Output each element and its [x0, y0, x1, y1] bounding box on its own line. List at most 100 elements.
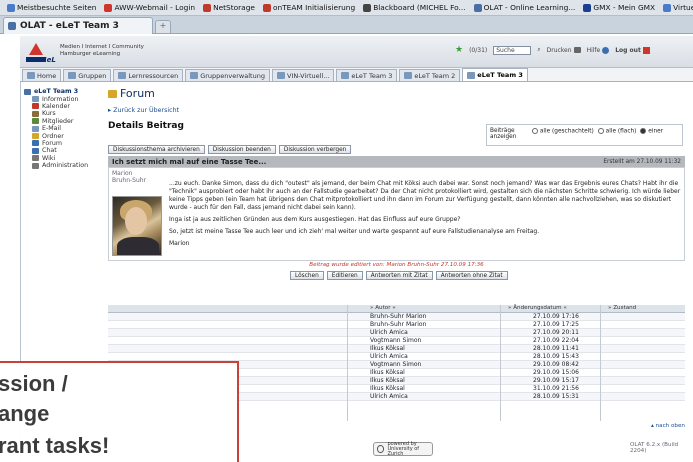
- radio-nested-icon: [532, 128, 538, 134]
- row-author[interactable]: Ulrich Amica: [370, 329, 408, 336]
- menu-item[interactable]: Administration: [24, 162, 100, 169]
- nav-tab[interactable]: eLeT Team 3: [462, 68, 528, 81]
- col-author-header[interactable]: » Autor «: [370, 305, 396, 311]
- bookmark-item[interactable]: NetStorage: [200, 3, 258, 12]
- nav-tab-label: Lernressourcen: [128, 71, 179, 80]
- bookmark-label: Meistbesuchte Seiten: [17, 3, 97, 12]
- nav-tab[interactable]: Lernressourcen: [113, 69, 184, 81]
- top-link[interactable]: ▴ nach oben: [651, 423, 685, 429]
- new-tab-button[interactable]: +: [155, 20, 171, 33]
- row-author[interactable]: Bruhn-Suhr Marion: [370, 321, 426, 328]
- menu-item[interactable]: Wiki: [24, 155, 100, 162]
- bookmark-favicon-icon: [7, 3, 15, 12]
- radio-nested[interactable]: alle (geschachtelt): [532, 128, 594, 135]
- post-header: Ich setzt mich mal auf eine Tasse Tee...…: [108, 156, 685, 167]
- uzh-seal-icon: [377, 445, 385, 453]
- row-author[interactable]: Vogtmann Simon: [370, 361, 421, 368]
- table-row[interactable]: Bruhn-Suhr Marion 27.10.09 17:16: [108, 313, 685, 321]
- radio-single[interactable]: einer: [640, 128, 663, 135]
- row-date: 27.10.09 22:04: [533, 337, 579, 344]
- bookmark-item[interactable]: GMX - Mein GMX: [580, 3, 658, 12]
- table-row[interactable]: Ulrich Amica 28.10.09 15:43: [108, 353, 685, 361]
- search-icon[interactable]: ⌕: [537, 46, 540, 54]
- row-author[interactable]: Bruhn-Suhr Marion: [370, 313, 426, 320]
- nav-tab[interactable]: VIN-Virtuell...: [271, 69, 335, 81]
- version-label: OLAT 6.2.x (Build 2204): [630, 442, 679, 454]
- menu-item-icon: [32, 110, 39, 117]
- nav-tab[interactable]: Gruppenverwaltung: [185, 69, 270, 81]
- menu-item-label: Administration: [42, 162, 89, 170]
- table-row[interactable]: Bruhn-Suhr Marion 27.10.09 17:25: [108, 321, 685, 329]
- col-date-header[interactable]: » Änderungsdatum «: [508, 305, 567, 311]
- bookmark-favicon-icon: [262, 3, 271, 12]
- bookmark-item[interactable]: OLAT - Online Learning...: [471, 3, 579, 12]
- search-input[interactable]: Suche: [493, 45, 532, 55]
- back-to-overview-link[interactable]: ▸ Zurück zur Übersicht: [108, 107, 179, 114]
- forum-icon: [108, 89, 117, 98]
- hide-thread-button[interactable]: Diskussion verbergen: [278, 145, 352, 154]
- reply-noquote-button[interactable]: Antworten ohne Zitat: [435, 271, 508, 280]
- back-link-text: Zurück zur Übersicht: [113, 107, 180, 114]
- nav-tab[interactable]: Gruppen: [63, 69, 112, 81]
- star-icon[interactable]: ★: [455, 45, 463, 55]
- menu-item-icon: [24, 88, 31, 95]
- uzh-badge[interactable]: powered by University of Zurich: [373, 441, 433, 457]
- col-status-header[interactable]: » Zustand: [608, 305, 636, 311]
- menu-item-icon: [32, 140, 39, 147]
- row-date: 29.10.09 15:17: [533, 377, 579, 384]
- author-first-name: Marion: [112, 170, 133, 177]
- nav-tab-label: eLeT Team 3: [351, 71, 393, 80]
- print-button[interactable]: Drucken: [547, 47, 581, 54]
- menu-item[interactable]: Ordner: [24, 132, 100, 140]
- menu-item[interactable]: Kalender: [24, 103, 100, 110]
- photo-body: [117, 237, 159, 255]
- menu-item[interactable]: Information: [24, 95, 100, 103]
- close-thread-button[interactable]: Diskussion beenden: [207, 145, 276, 154]
- nav-tab-label: VIN-Virtuell...: [286, 71, 330, 80]
- table-row[interactable]: Ilkus Köksal 28.10.09 11:41: [108, 345, 685, 353]
- row-author[interactable]: Ilkus Köksal: [370, 385, 405, 392]
- bookmark-item[interactable]: onTEAM Initialisierung: [260, 3, 358, 12]
- nav-tab[interactable]: eLeT Team 2: [399, 69, 461, 81]
- bookmark-item[interactable]: Virtuelle Teamarbeit: [660, 3, 693, 12]
- reply-quote-button[interactable]: Antworten mit Zitat: [365, 271, 433, 280]
- col-author-label: Autor: [375, 305, 391, 311]
- bookmark-favicon-icon: [663, 3, 672, 12]
- menu-item[interactable]: eLeT Team 3: [24, 88, 100, 95]
- row-author[interactable]: Vogtmann Simon: [370, 337, 421, 344]
- post-author: Marion Bruhn-Suhr: [112, 170, 162, 184]
- archive-thread-button[interactable]: Diskussionsthema archivieren: [108, 145, 205, 154]
- bookmark-favicon-icon: [203, 3, 212, 12]
- bookmark-item[interactable]: AWW-Webmail - Login: [101, 3, 198, 12]
- row-author[interactable]: Ilkus Köksal: [370, 377, 405, 384]
- row-date: 27.10.09 17:25: [533, 321, 579, 328]
- table-row[interactable]: Vogtmann Simon 27.10.09 22:04: [108, 337, 685, 345]
- message-paragraph-3: So, jetzt ist meine Tasse Tee auch leer …: [169, 228, 540, 235]
- bookmark-favicon-icon: [583, 3, 592, 12]
- menu-item[interactable]: Forum: [24, 140, 100, 147]
- table-row[interactable]: Ulrich Amica 27.10.09 20:11: [108, 329, 685, 337]
- radio-flat[interactable]: alle (flach): [597, 128, 636, 135]
- bookmark-item[interactable]: Blackboard (MICHEL Fo...: [360, 3, 468, 12]
- logout-button[interactable]: Log out: [615, 46, 650, 54]
- row-author[interactable]: Ilkus Köksal: [370, 369, 405, 376]
- help-button[interactable]: Hilfe: [587, 46, 610, 54]
- uzh-text: powered by University of Zurich: [387, 441, 432, 457]
- menu-item[interactable]: Kurs: [24, 110, 100, 117]
- post-actions: Löschen Editieren Antworten mit Zitat An…: [290, 271, 508, 280]
- nav-tab-icon: [118, 72, 127, 79]
- browser-tab-olat[interactable]: OLAT - eLeT Team 3: [3, 17, 153, 34]
- menu-item[interactable]: E-Mail: [24, 125, 100, 132]
- bookmark-item[interactable]: Meistbesuchte Seiten: [4, 3, 99, 12]
- delete-button[interactable]: Löschen: [290, 271, 324, 280]
- row-author[interactable]: Ulrich Amica: [370, 353, 408, 360]
- nav-tab[interactable]: Home: [22, 69, 62, 81]
- row-author[interactable]: Ilkus Köksal: [370, 345, 405, 352]
- nav-tab[interactable]: eLeT Team 3: [336, 69, 398, 81]
- table-divider: [347, 305, 348, 421]
- edit-button[interactable]: Editieren: [326, 271, 363, 280]
- row-author[interactable]: Ulrich Amica: [370, 393, 408, 400]
- col-status-label: Zustand: [613, 305, 637, 311]
- menu-item[interactable]: Chat: [24, 147, 100, 154]
- menu-item[interactable]: Mitglieder: [24, 118, 100, 125]
